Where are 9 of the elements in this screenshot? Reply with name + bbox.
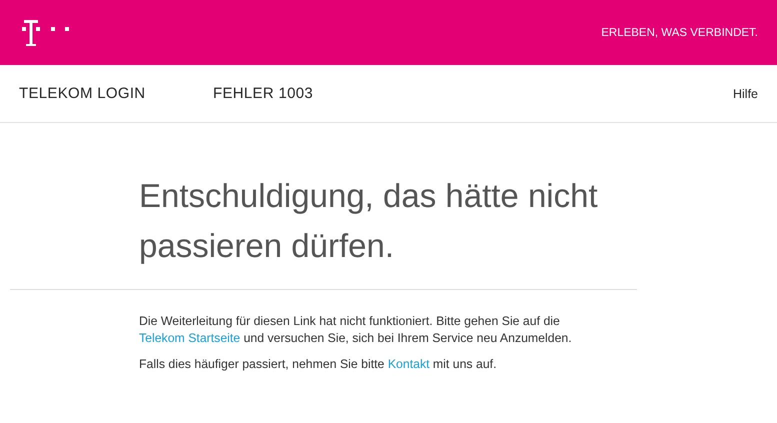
page-title: TELEKOM LOGIN	[19, 85, 146, 102]
error-heading: Entschuldigung, das hätte nicht passieren dürfen.	[139, 176, 599, 266]
error-message: Falls dies häufiger passiert, nehmen Sie bitte Kontakt mit uns auf.	[139, 356, 498, 373]
slogan: ERLEBEN, WAS VERBINDET.	[601, 26, 758, 38]
link[interactable]: Telekom Startseite	[139, 331, 240, 345]
help-link[interactable]: Hilfe	[732, 86, 758, 100]
link[interactable]: Kontakt	[388, 357, 430, 371]
error-message: Die Weiterleitung für diesen Link hat nicht funktioniert. Bitte gehen Sie auf die Telekom Startseite und versuchen Sie, sich bei Ihrem Service neu Anzumelden.	[139, 313, 573, 347]
error-code: FEHLER 1003	[213, 85, 314, 102]
